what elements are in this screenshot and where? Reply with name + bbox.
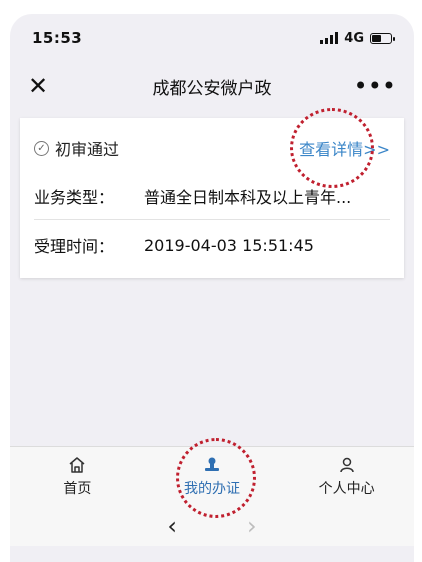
- close-icon[interactable]: ✕: [28, 74, 48, 98]
- network-label: 4G: [344, 30, 364, 46]
- field-label: 业务类型：: [34, 188, 115, 207]
- field-label: 受理时间：: [34, 237, 115, 256]
- tab-home[interactable]: 首页: [10, 447, 145, 507]
- card-header: ✓ 初审通过 查看详情>>: [34, 132, 390, 164]
- nav-bar: ✕ 成都公安微户政 •••: [10, 62, 414, 110]
- status-label: ✓ 初审通过: [34, 136, 119, 160]
- browser-toolbar: ‹ ›: [10, 506, 414, 546]
- battery-icon: [370, 32, 395, 44]
- tab-label: 我的办证: [184, 481, 240, 497]
- status-time: 15:53: [32, 29, 83, 47]
- more-dots-icon[interactable]: •••: [354, 74, 396, 98]
- field-value: 普通全日制本科及以上青年...: [144, 188, 352, 207]
- tab-my-certificates[interactable]: 我的办证: [145, 447, 280, 507]
- phone-screen: 15:53 4G ✕ 成都公安微户政 ••• ✓ 初审通过 查看详情>> 业务类…: [10, 14, 414, 562]
- chevron-left-icon[interactable]: ‹: [167, 512, 177, 540]
- application-card: ✓ 初审通过 查看详情>> 业务类型： 普通全日制本科及以上青年... 受理时间…: [20, 118, 404, 278]
- stamp-icon: [205, 457, 219, 471]
- home-icon: [69, 457, 85, 473]
- status-bar: 15:53 4G: [10, 14, 414, 62]
- tab-bar: 首页 我的办证 个人中心: [10, 446, 414, 507]
- status-indicators: 4G: [320, 30, 395, 46]
- chevron-right-icon[interactable]: ›: [247, 512, 257, 540]
- signal-icon: [320, 32, 339, 44]
- person-icon: [339, 457, 354, 473]
- field-accept-time: 受理时间： 2019-04-03 15:51:45: [34, 222, 390, 268]
- check-circle-icon: ✓: [34, 140, 49, 156]
- field-business-type: 业务类型： 普通全日制本科及以上青年...: [34, 173, 390, 220]
- view-details-link[interactable]: 查看详情>>: [299, 136, 390, 160]
- tab-label: 首页: [63, 481, 92, 497]
- status-text: 初审通过: [55, 140, 120, 159]
- tab-profile[interactable]: 个人中心: [279, 447, 414, 507]
- tab-label: 个人中心: [318, 481, 375, 497]
- field-value: 2019-04-03 15:51:45: [144, 235, 314, 255]
